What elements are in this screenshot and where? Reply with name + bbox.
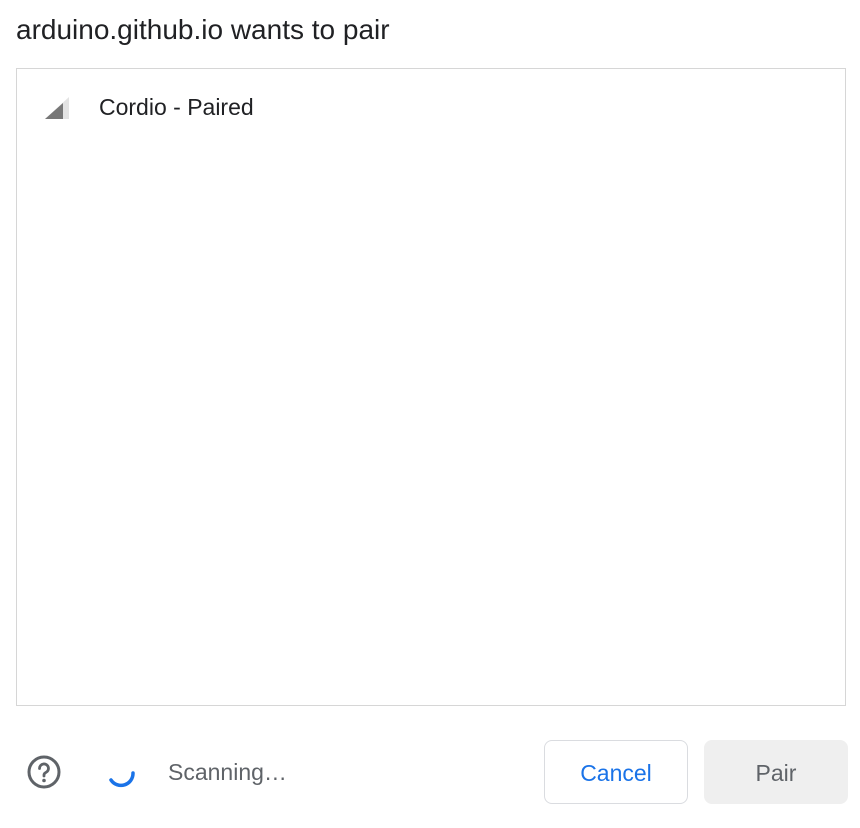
scanning-status: Scanning… <box>168 759 287 785</box>
signal-strength-icon <box>43 95 71 121</box>
pair-button[interactable]: Pair <box>704 740 848 804</box>
device-name-label: Cordio - Paired <box>99 94 254 120</box>
cancel-button[interactable]: Cancel <box>544 740 688 804</box>
help-icon[interactable] <box>26 754 62 790</box>
loading-spinner-icon <box>104 756 138 790</box>
dialog-title: arduino.github.io wants to pair <box>16 14 390 45</box>
dialog-footer: Scanning… Cancel Pair <box>0 740 860 804</box>
bluetooth-pairing-dialog: arduino.github.io wants to pair Cordio -… <box>0 0 860 828</box>
device-list[interactable]: Cordio - Paired <box>16 68 846 706</box>
device-list-item[interactable]: Cordio - Paired <box>17 85 845 129</box>
